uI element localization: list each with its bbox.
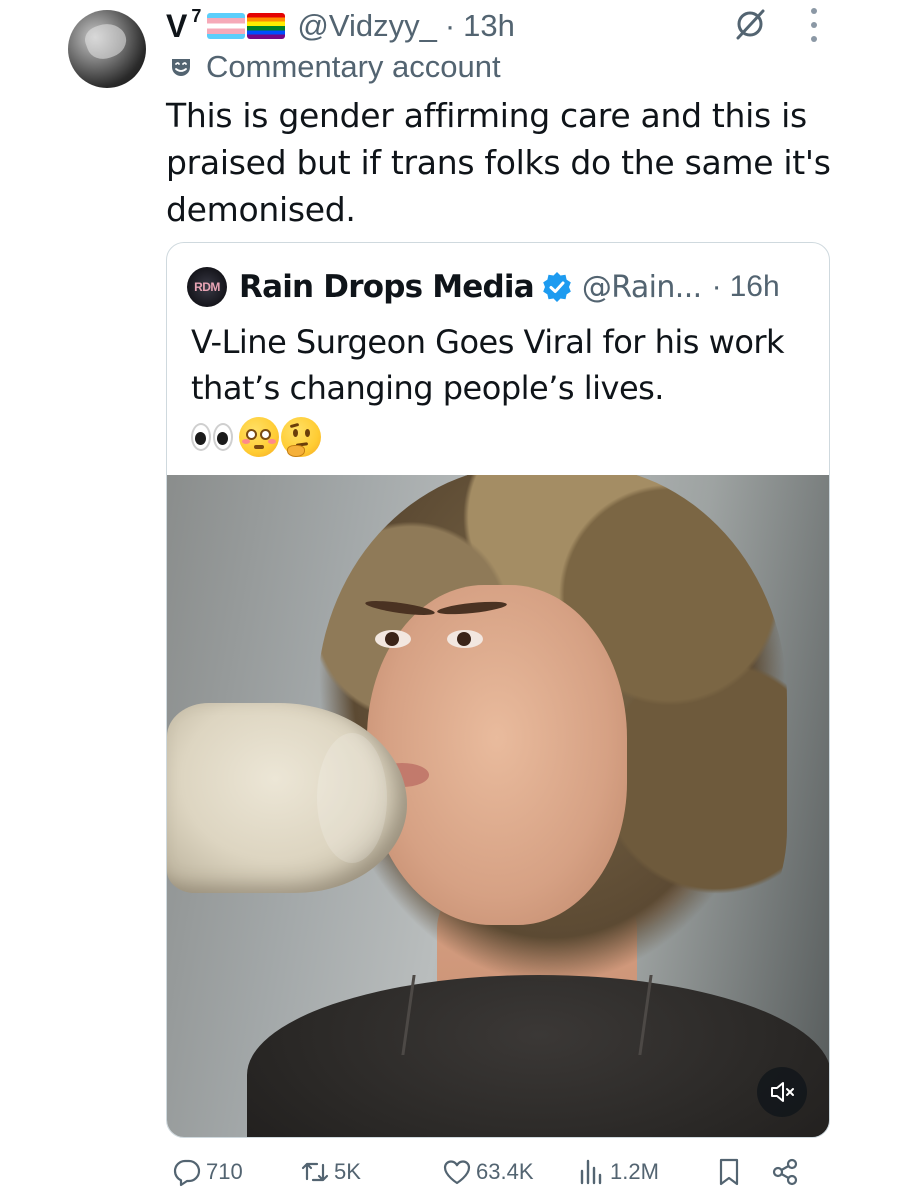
tweet-text: This is gender affirming care and this i… [166,96,831,229]
quote-author-name[interactable]: Rain Drops Media [239,269,535,305]
quote-author-avatar[interactable]: RDM [187,267,227,307]
trans-flag-emoji [207,13,246,39]
more-options-icon[interactable] [804,8,824,42]
quote-video-media[interactable] [167,475,829,1137]
bookmark-button[interactable] [714,1150,748,1194]
quote-header: RDM Rain Drops Media @Rain... · 16h [187,265,780,309]
tweet-header: V 7 @Vidzyy_ · 13h [166,4,515,48]
author-name-superscript: 7 [191,5,202,26]
video-frame-eye [375,630,411,648]
tweet-action-bar: 710 5K 63.4K 1.2M [166,1150,830,1194]
quote-tweet-card[interactable]: RDM Rain Drops Media @Rain... · 16h V-Li… [166,242,830,1138]
reply-count: 710 [206,1159,243,1184]
grok-icon[interactable] [732,6,768,42]
quote-emojis [191,415,321,459]
quote-author-handle[interactable]: @Rain... [582,270,702,305]
video-frame-eye [447,630,483,648]
heart-icon [443,1160,471,1185]
like-button[interactable]: 63.4K [442,1150,534,1194]
quote-avatar-logo-text: RDM [194,280,220,294]
verified-badge-icon [543,272,571,302]
views-button[interactable]: 1.2M [576,1150,659,1194]
author-display-name[interactable]: V [166,8,187,45]
bookmark-icon [719,1158,739,1186]
account-label: Commentary account [170,48,501,86]
share-button[interactable] [770,1150,804,1194]
reply-icon [173,1159,201,1187]
header-separator: · [444,8,456,43]
thinking-face-emoji [281,417,321,457]
reply-button[interactable]: 710 [172,1150,243,1194]
share-nodes-icon [772,1158,798,1186]
speaker-muted-icon [771,1082,794,1102]
quote-header-separator: · [711,270,722,303]
analytics-bars-icon [580,1159,602,1185]
account-label-text: Commentary account [206,49,501,84]
tweet-timestamp[interactable]: 13h [463,8,515,44]
quote-text: V-Line Surgeon Goes Viral for his work t… [191,323,785,407]
flushed-face-emoji [239,417,279,457]
quote-timestamp[interactable]: 16h [730,270,780,304]
like-count: 63.4K [476,1159,534,1184]
mute-toggle-button[interactable] [757,1067,807,1117]
author-handle[interactable]: @Vidzyy_ [297,8,436,44]
video-frame-collar [401,975,653,1055]
view-count: 1.2M [610,1159,659,1184]
eyes-emoji [191,423,235,451]
repost-icon [301,1162,329,1182]
repost-button[interactable]: 5K [300,1150,361,1194]
author-avatar[interactable] [68,10,146,88]
repost-count: 5K [334,1159,361,1184]
pride-flag-emoji [247,13,286,39]
theater-masks-icon [172,59,190,76]
